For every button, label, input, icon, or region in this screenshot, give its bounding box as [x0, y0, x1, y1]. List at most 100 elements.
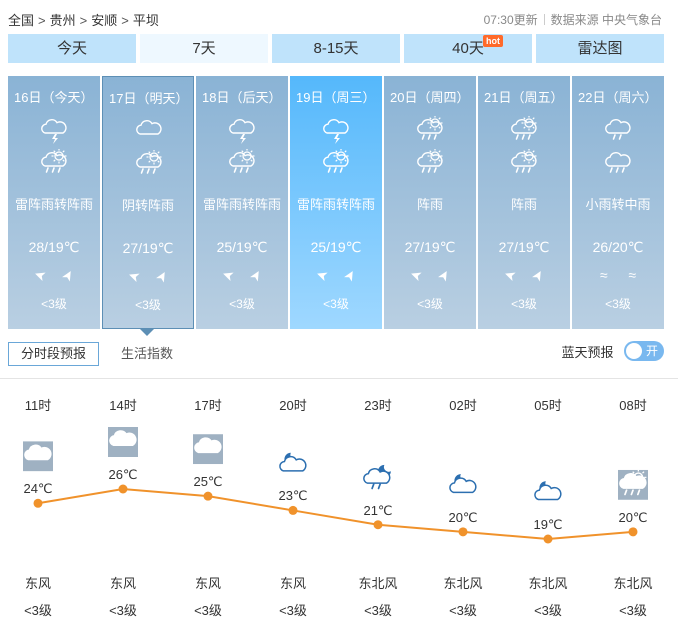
top-bar: 全国 > 贵州 > 安顺 > 平坝 07:30更新 数据来源 中央气象台 [0, 0, 678, 34]
tab-label: 8-15天 [313, 40, 359, 57]
day-weather-desc: 雷阵雨转阵雨 [14, 197, 93, 212]
shower-icon [511, 149, 537, 173]
partly-cloudy-night-icon [534, 481, 562, 501]
thunderstorm-icon [229, 119, 255, 144]
hourly-forecast-chart: 24℃ 11时 东风 <3级 26℃ 14时 东风 <3级 25℃ 17时 东风 <3级 23℃ 20时东… [0, 379, 678, 643]
day-wind-level: <3级 [135, 298, 161, 312]
hourly-time-label: 17时 [194, 398, 222, 413]
day-wind-direction: ➤ ➤ [478, 266, 570, 285]
hourly-wind-level: <3级 [449, 603, 477, 618]
breadcrumb-separator: > [79, 13, 88, 28]
day-date: 20日（周四） [390, 90, 470, 105]
hourly-temp-label: 23℃ [278, 488, 308, 504]
hourly-wind-direction: 东风 [24, 576, 51, 591]
tab-hourly-forecast[interactable]: 分时段预报 [8, 342, 99, 366]
day-wind-direction: ➤ ➤ [290, 266, 382, 285]
hourly-time-label: 05时 [534, 398, 562, 413]
breadcrumb: 全国 > 贵州 > 安顺 > 平坝 [8, 10, 163, 29]
breadcrumb-item-country[interactable]: 全国 [8, 13, 34, 28]
wind-direction-icon: ➤ [407, 266, 424, 286]
thunderstorm-icon [41, 119, 67, 144]
day-date: 16日（今天） [14, 90, 94, 105]
tab-40-days[interactable]: 40天 hot [404, 34, 532, 63]
day-weather-desc: 阵雨 [510, 197, 537, 212]
day-card[interactable]: 18日（后天） 雷阵雨转阵雨 25/19℃ ➤ ➤ <3级 [196, 76, 288, 329]
breadcrumb-item-province[interactable]: 贵州 [50, 13, 76, 28]
day-wind-direction: ➤ ➤ [196, 266, 288, 285]
wind-direction-icon: ≈ [599, 267, 608, 283]
daily-forecast: 16日（今天） 雷阵雨转阵雨 28/19℃ ➤ ➤ <3级 17日（明天） 阴转… [8, 76, 664, 329]
day-wind-level: <3级 [511, 297, 537, 311]
temperature-point [543, 534, 553, 544]
day-card[interactable]: 19日（周三） 雷阵雨转阵雨 25/19℃ ➤ ➤ <3级 [290, 76, 382, 329]
day-card[interactable]: 20日（周四） 阵雨 27/19℃ ➤ ➤ <3级 [384, 76, 476, 329]
tab-7-days[interactable]: 7天 [140, 34, 268, 63]
temperature-point [33, 498, 43, 508]
day-wind-direction: ➤ ➤ [8, 266, 100, 285]
update-info: 07:30更新 数据来源 中央气象台 [484, 11, 662, 28]
day-card[interactable]: 21日（周五） 阵雨 27/19℃ ➤ ➤ <3级 [478, 76, 570, 329]
day-wind-level: <3级 [605, 297, 631, 311]
hourly-time-label: 08时 [619, 398, 647, 413]
hourly-wind-level: <3级 [24, 603, 52, 618]
day-date: 21日（周五） [484, 90, 564, 105]
temperature-point [118, 484, 128, 494]
wind-direction-icon: ➤ [125, 267, 142, 287]
wind-direction-icon: ≈ [628, 267, 637, 283]
day-wind-level: <3级 [41, 297, 67, 311]
wind-direction-icon: ➤ [313, 266, 330, 286]
tab-today[interactable]: 今天 [8, 34, 136, 63]
hourly-temp-label: 20℃ [448, 509, 478, 525]
toggle-text: 开 [645, 344, 658, 358]
tab-label: 雷达图 [577, 40, 623, 57]
toggle-knob [626, 343, 642, 359]
breadcrumb-separator: > [38, 13, 46, 28]
tab-life-index[interactable]: 生活指数 [121, 342, 173, 366]
hourly-time-label: 20时 [279, 398, 307, 413]
day-wind-direction: ≈ ≈ [572, 267, 664, 283]
temperature-point [288, 505, 298, 515]
hourly-temp-label: 20℃ [618, 509, 648, 525]
tab-8-15-days[interactable]: 8-15天 [272, 34, 400, 63]
hourly-temp-label: 19℃ [533, 517, 563, 532]
shower-icon [417, 149, 443, 173]
day-date: 17日（明天） [109, 91, 189, 106]
day-card[interactable]: 16日（今天） 雷阵雨转阵雨 28/19℃ ➤ ➤ <3级 [8, 76, 100, 329]
wind-direction-icon: ➤ [501, 266, 518, 286]
wind-direction-icon: ➤ [433, 266, 454, 285]
breadcrumb-separator: > [121, 13, 129, 28]
blue-sky-toggle[interactable]: 开 [624, 341, 664, 361]
day-wind-level: <3级 [323, 297, 349, 311]
shower-icon [618, 469, 648, 500]
tab-label: 今天 [56, 40, 87, 57]
day-date: 19日（周三） [296, 90, 376, 105]
hourly-wind-level: <3级 [279, 603, 307, 618]
day-temperature: 25/19℃ [310, 239, 362, 255]
shower-icon [229, 149, 255, 173]
day-date: 18日（后天） [202, 90, 282, 105]
tab-label: 40天 [452, 40, 484, 57]
wind-direction-icon: ➤ [151, 267, 172, 286]
hourly-time-label: 02时 [449, 398, 477, 413]
wind-direction-icon: ➤ [527, 266, 548, 285]
hourly-wind-direction: 东风 [279, 576, 306, 591]
day-wind-level: <3级 [229, 297, 255, 311]
shower-night-icon [363, 464, 391, 490]
partly-cloudy-night-icon [449, 474, 477, 494]
day-temperature: 27/19℃ [404, 239, 456, 255]
selected-day-pointer [140, 329, 154, 336]
data-source: 数据来源 中央气象台 [550, 13, 662, 27]
day-temperature: 25/19℃ [216, 239, 268, 255]
tab-radar[interactable]: 雷达图 [536, 34, 664, 63]
hourly-wind-direction: 东北风 [613, 576, 653, 591]
hourly-wind-level: <3级 [619, 603, 647, 618]
breadcrumb-item-city[interactable]: 安顺 [91, 13, 117, 28]
day-weather-desc: 阴转阵雨 [121, 198, 174, 213]
temperature-point [373, 520, 383, 530]
day-card[interactable]: 22日（周六） 小雨转中雨 26/20℃ ≈ ≈ <3级 [572, 76, 664, 329]
forecast-tabs: 今天 7天 8-15天 40天 hot 雷达图 [8, 34, 664, 63]
day-wind-direction: ➤ ➤ [103, 267, 193, 286]
hourly-wind-direction: 东风 [109, 576, 136, 591]
day-temperature: 27/19℃ [122, 240, 174, 256]
day-card[interactable]: 17日（明天） 阴转阵雨 27/19℃ ➤ ➤ <3级 [102, 76, 194, 329]
